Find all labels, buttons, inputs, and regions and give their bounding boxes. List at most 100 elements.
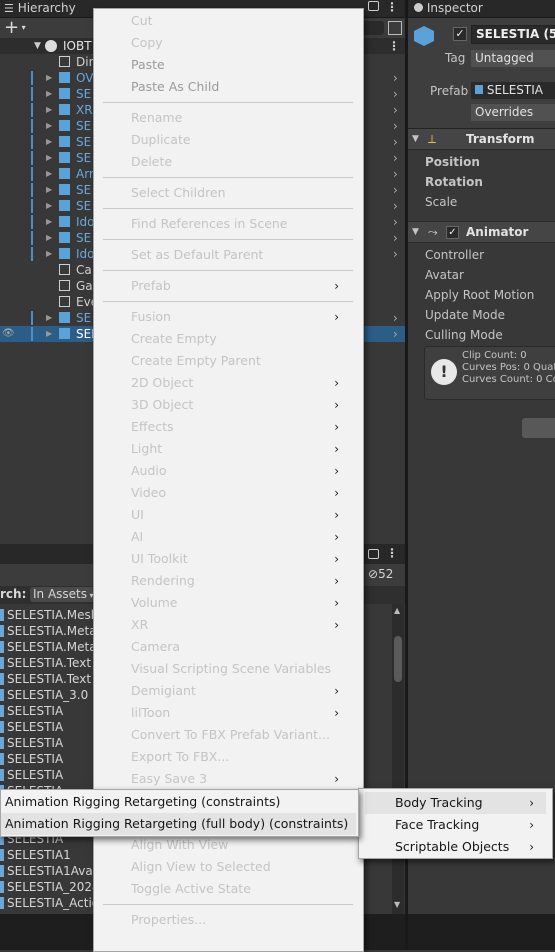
chevron-right-icon[interactable]: › [393, 230, 398, 246]
expand-arrow-icon[interactable]: ▶ [46, 118, 52, 134]
asset-item[interactable]: SELESTIA.Mesh [0, 607, 96, 623]
menu-item[interactable]: Prefab › [94, 275, 351, 297]
asset-item[interactable]: SELESTIA.Text [0, 655, 96, 671]
active-checkbox[interactable]: ✓ [453, 27, 467, 41]
scrollbar-up-icon[interactable]: ▲ [394, 606, 400, 615]
asset-item[interactable]: SELESTIA.Meta [0, 639, 96, 655]
menu-item[interactable]: 2D Object › [94, 372, 351, 394]
chevron-right-icon[interactable]: › [393, 166, 398, 182]
submenu-item-face-tracking[interactable]: Face Tracking › [365, 814, 546, 836]
expand-arrow-icon[interactable]: ▶ [46, 214, 52, 230]
menu-item[interactable]: Visual Scripting Scene Variables [94, 658, 351, 680]
menu-item[interactable]: AI › [94, 526, 351, 548]
scene-menu-icon[interactable]: ⋮ [388, 38, 400, 54]
asset-item[interactable]: SELESTIA.Meta [0, 623, 96, 639]
menu-item[interactable]: Rename [94, 107, 351, 129]
animator-enabled-checkbox[interactable]: ✓ [446, 226, 459, 239]
menu-item[interactable]: lilToon › [94, 702, 351, 724]
asset-item[interactable]: SELESTIA_2024 [0, 879, 96, 895]
menu-item[interactable]: Cut [94, 10, 351, 32]
asset-item[interactable]: SELESTIA1Avat [0, 863, 96, 879]
search-scope-filter[interactable]: In Assets ▾ [30, 587, 97, 602]
menu-item[interactable]: Align View to Selected [94, 856, 351, 878]
expand-arrow-icon[interactable]: ▶ [46, 198, 52, 214]
expand-arrow-icon[interactable]: ▶ [46, 150, 52, 166]
transform-header[interactable]: ▼ ⟂ Transform [408, 129, 555, 150]
expand-arrow-icon[interactable]: ▶ [46, 326, 52, 342]
menu-item[interactable]: Fusion › [94, 306, 351, 328]
menu-item[interactable]: Export To FBX... [94, 746, 351, 768]
asset-item[interactable]: SELESTIA [0, 703, 96, 719]
menu-item[interactable]: Convert To FBX Prefab Variant... [94, 724, 351, 746]
menu-item[interactable]: XR › [94, 614, 351, 636]
expand-arrow-icon[interactable]: ▶ [46, 230, 52, 246]
prefab-field[interactable]: SELESTIA [471, 82, 555, 99]
project-more-icon[interactable]: ⋮ [386, 546, 398, 560]
menu-item[interactable]: Video › [94, 482, 351, 504]
object-name-field[interactable]: SELESTIA (5) [471, 25, 555, 44]
project-lock-icon[interactable] [368, 549, 379, 559]
chevron-right-icon[interactable]: › [393, 214, 398, 230]
menu-item[interactable]: Properties... [94, 909, 351, 931]
asset-item[interactable]: SELESTIA_3.0 [0, 687, 96, 703]
menu-item[interactable]: Create Empty [94, 328, 351, 350]
expand-arrow-icon[interactable]: ▶ [46, 182, 52, 198]
menu-item[interactable]: Toggle Active State [94, 878, 351, 900]
visibility-eye-icon[interactable]: 👁 [2, 326, 15, 342]
submenu-item-scriptable-objects[interactable]: Scriptable Objects › [365, 836, 546, 858]
foldout-arrow-icon[interactable]: ▼ [412, 222, 419, 242]
menu-item[interactable]: Audio › [94, 460, 351, 482]
asset-item[interactable]: SELESTIA_Actio [0, 895, 96, 911]
chevron-right-icon[interactable]: › [393, 86, 398, 102]
project-scrollbar[interactable]: ▲ ▼ [392, 604, 404, 914]
add-button[interactable]: + ▾ [4, 18, 26, 38]
chevron-right-icon[interactable]: › [393, 310, 398, 326]
menu-item[interactable]: Light › [94, 438, 351, 460]
asset-item[interactable]: SELESTIA1 [0, 847, 96, 863]
retargeting-constraints-item[interactable]: Animation Rigging Retargeting (constrain… [1, 791, 356, 813]
scrollbar-down-icon[interactable]: ▼ [394, 900, 400, 909]
chevron-right-icon[interactable]: › [393, 198, 398, 214]
chevron-right-icon[interactable]: › [393, 102, 398, 118]
menu-item[interactable]: UI › [94, 504, 351, 526]
expand-arrow-icon[interactable]: ▼ [34, 38, 41, 54]
tag-dropdown[interactable]: Untagged [471, 50, 555, 67]
add-component-button[interactable] [522, 418, 555, 438]
menu-item[interactable]: Effects › [94, 416, 351, 438]
expand-arrow-icon[interactable]: ▶ [46, 166, 52, 182]
asset-item[interactable]: SELESTIA.Text [0, 671, 96, 687]
chevron-right-icon[interactable]: › [393, 150, 398, 166]
retargeting-full-body-item[interactable]: Animation Rigging Retargeting (full body… [1, 813, 356, 835]
chevron-right-icon[interactable]: › [393, 246, 398, 262]
chevron-right-icon[interactable]: › [393, 134, 398, 150]
expand-arrow-icon[interactable]: ▶ [46, 102, 52, 118]
chevron-right-icon[interactable]: › [393, 182, 398, 198]
scrollbar-thumb[interactable] [394, 636, 402, 682]
asset-item[interactable]: SELESTIA [0, 751, 96, 767]
menu-item[interactable]: UI Toolkit › [94, 548, 351, 570]
inspector-tab[interactable]: Inspector [414, 0, 483, 17]
menu-item[interactable]: Find References in Scene [94, 213, 351, 235]
animator-header[interactable]: ▼ ⤳ ✓ Animator [408, 221, 555, 243]
menu-item[interactable]: Rendering › [94, 570, 351, 592]
menu-item[interactable]: Align With View [94, 834, 351, 856]
expand-arrow-icon[interactable]: ▶ [46, 86, 52, 102]
hierarchy-search-field[interactable] [362, 21, 384, 35]
menu-item[interactable]: Delete [94, 151, 351, 173]
hierarchy-lock-icon[interactable] [368, 1, 379, 11]
chevron-right-icon[interactable]: › [393, 70, 398, 86]
asset-item[interactable]: SELESTIA [0, 767, 96, 783]
asset-item[interactable]: SELESTIA [0, 735, 96, 751]
menu-item[interactable]: Duplicate [94, 129, 351, 151]
foldout-arrow-icon[interactable]: ▼ [412, 129, 419, 149]
expand-arrow-icon[interactable]: ▶ [46, 70, 52, 86]
menu-item[interactable]: Camera [94, 636, 351, 658]
asset-item[interactable]: SELESTIA [0, 719, 96, 735]
expand-arrow-icon[interactable]: ▶ [46, 310, 52, 326]
hierarchy-tab[interactable]: ☰ Hierarchy [4, 0, 76, 17]
menu-item[interactable]: Create Empty Parent [94, 350, 351, 372]
chevron-right-icon[interactable]: › [393, 326, 398, 342]
expand-arrow-icon[interactable]: ▶ [46, 134, 52, 150]
submenu-item-body-tracking[interactable]: Body Tracking › [365, 792, 546, 814]
chevron-right-icon[interactable]: › [393, 118, 398, 134]
